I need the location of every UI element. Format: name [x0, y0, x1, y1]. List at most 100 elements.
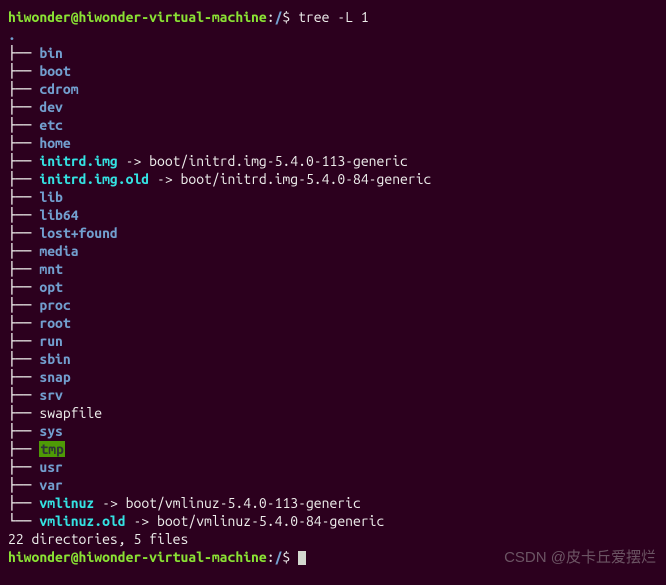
tree-entry-name: mnt [39, 261, 63, 277]
link-target: boot/vmlinuz-5.4.0-113-generic [126, 495, 361, 511]
tree-entry: ├── tmp [8, 440, 658, 458]
tree-entry-name: bin [39, 45, 63, 61]
tree-entry: ├── var [8, 476, 658, 494]
tree-entry: ├── lost+found [8, 224, 658, 242]
tree-branch: ├── [8, 81, 39, 97]
tree-entry-name: tmp [39, 441, 65, 457]
link-arrow: -> [149, 171, 180, 187]
tree-branch: ├── [8, 441, 39, 457]
link-arrow: -> [94, 495, 125, 511]
tree-entry-name: srv [39, 387, 63, 403]
tree-entry-name: snap [39, 369, 70, 385]
tree-entry: ├── usr [8, 458, 658, 476]
tree-entry-name: sbin [39, 351, 70, 367]
tree-branch: ├── [8, 387, 39, 403]
tree-entry: ├── lib64 [8, 206, 658, 224]
tree-entry-name: media [39, 243, 78, 259]
tree-branch: ├── [8, 477, 39, 493]
tree-entry: ├── home [8, 134, 658, 152]
tree-entry-name: boot [39, 63, 70, 79]
watermark: CSDN @皮卡丘爱摆烂 [504, 549, 656, 567]
tree-entry: ├── lib [8, 188, 658, 206]
tree-branch: ├── [8, 63, 39, 79]
tree-entry: ├── initrd.img.old -> boot/initrd.img-5.… [8, 170, 658, 188]
tree-branch: ├── [8, 261, 39, 277]
tree-branch: ├── [8, 297, 39, 313]
tree-branch: ├── [8, 333, 39, 349]
prompt-line-1: hiwonder@hiwonder-virtual-machine:/$ tre… [8, 8, 658, 26]
tree-entry: ├── run [8, 332, 658, 350]
tree-entry: ├── root [8, 314, 658, 332]
tree-branch: ├── [8, 153, 39, 169]
tree-entry: ├── cdrom [8, 80, 658, 98]
tree-entry: ├── vmlinuz -> boot/vmlinuz-5.4.0-113-ge… [8, 494, 658, 512]
tree-entry: ├── snap [8, 368, 658, 386]
tree-entry: ├── boot [8, 62, 658, 80]
tree-branch: ├── [8, 423, 39, 439]
tree-branch: ├── [8, 135, 39, 151]
tree-branch: ├── [8, 315, 39, 331]
link-target: boot/initrd.img-5.4.0-113-generic [149, 153, 408, 169]
tree-branch: ├── [8, 351, 39, 367]
tree-entry: ├── opt [8, 278, 658, 296]
tree-entry-name: usr [39, 459, 63, 475]
tree-branch: ├── [8, 171, 39, 187]
tree-branch: ├── [8, 459, 39, 475]
link-target: boot/vmlinuz-5.4.0-84-generic [157, 513, 384, 529]
tree-entry: ├── bin [8, 44, 658, 62]
tree-entry: ├── initrd.img -> boot/initrd.img-5.4.0-… [8, 152, 658, 170]
tree-entry-name: vmlinuz.old [39, 513, 125, 529]
tree-entry: └── vmlinuz.old -> boot/vmlinuz-5.4.0-84… [8, 512, 658, 530]
terminal[interactable]: hiwonder@hiwonder-virtual-machine:/$ tre… [8, 8, 658, 566]
prompt-user: hiwonder@hiwonder-virtual-machine [8, 9, 267, 25]
tree-branch: ├── [8, 225, 39, 241]
tree-entry: ├── srv [8, 386, 658, 404]
command-text: tree -L 1 [290, 9, 368, 25]
tree-entry: ├── sbin [8, 350, 658, 368]
tree-entry-name: var [39, 477, 63, 493]
tree-branch: ├── [8, 369, 39, 385]
tree-entry-name: initrd.img.old [39, 171, 149, 187]
tree-branch: └── [8, 513, 39, 529]
tree-branch: ├── [8, 189, 39, 205]
tree-entry-name: proc [39, 297, 70, 313]
tree-output: ├── bin├── boot├── cdrom├── dev├── etc├─… [8, 44, 658, 530]
prompt-sep: : [267, 9, 275, 25]
tree-branch: ├── [8, 495, 39, 511]
tree-branch: ├── [8, 243, 39, 259]
command-text [290, 549, 298, 565]
tree-branch: ├── [8, 117, 39, 133]
tree-entry-name: dev [39, 99, 63, 115]
tree-entry-name: lost+found [39, 225, 117, 241]
tree-entry: ├── etc [8, 116, 658, 134]
tree-entry-name: etc [39, 117, 63, 133]
tree-branch: ├── [8, 99, 39, 115]
tree-entry-name: lib64 [39, 207, 78, 223]
tree-entry: ├── proc [8, 296, 658, 314]
tree-root-dot: . [8, 26, 658, 44]
tree-entry-name: swapfile [39, 405, 102, 421]
tree-entry-name: opt [39, 279, 63, 295]
tree-branch: ├── [8, 405, 39, 421]
tree-entry: ├── swapfile [8, 404, 658, 422]
tree-branch: ├── [8, 207, 39, 223]
tree-entry: ├── mnt [8, 260, 658, 278]
tree-entry-name: home [39, 135, 70, 151]
tree-entry-name: root [39, 315, 70, 331]
summary-line: 22 directories, 5 files [8, 530, 658, 548]
prompt-sep: : [267, 549, 275, 565]
tree-branch: ├── [8, 45, 39, 61]
tree-entry-name: vmlinuz [39, 495, 94, 511]
cursor [298, 551, 306, 565]
tree-entry-name: lib [39, 189, 63, 205]
tree-branch: ├── [8, 279, 39, 295]
tree-entry: ├── dev [8, 98, 658, 116]
tree-entry: ├── sys [8, 422, 658, 440]
tree-entry-name: initrd.img [39, 153, 117, 169]
prompt-user: hiwonder@hiwonder-virtual-machine [8, 549, 267, 565]
link-arrow: -> [126, 513, 157, 529]
tree-entry-name: run [39, 333, 63, 349]
tree-entry-name: sys [39, 423, 63, 439]
link-target: boot/initrd.img-5.4.0-84-generic [181, 171, 432, 187]
link-arrow: -> [118, 153, 149, 169]
